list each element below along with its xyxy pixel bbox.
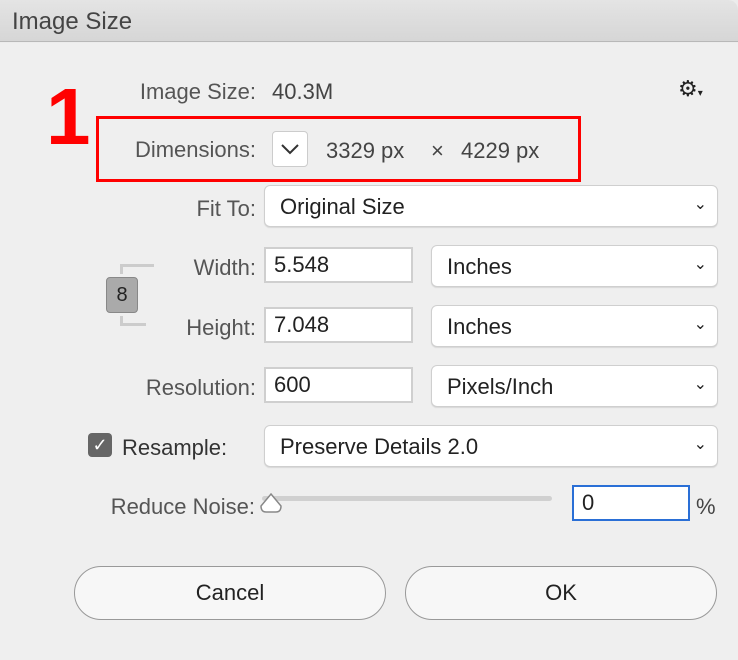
reduce-noise-input[interactable] (572, 485, 690, 521)
width-unit-select[interactable]: Inches ⌄ (431, 245, 718, 287)
gear-icon[interactable]: ⚙▾ (678, 76, 703, 102)
chevron-down-icon: ⌄ (693, 376, 707, 393)
height-unit-value: Inches (447, 314, 512, 339)
dimensions-times: × (431, 138, 444, 163)
reduce-noise-slider-track[interactable] (262, 496, 552, 501)
fit-to-label: Fit To: (196, 196, 256, 221)
chevron-down-icon (281, 144, 299, 155)
dimensions-dropdown[interactable] (272, 131, 308, 167)
image-size-label: Image Size: (139, 79, 256, 104)
height-input[interactable] (264, 307, 413, 343)
width-input[interactable] (264, 247, 413, 283)
step-number: 1 (46, 72, 91, 161)
dimensions-height: 4229 px (461, 138, 540, 163)
width-unit-value: Inches (447, 254, 512, 279)
title-bar: Image Size (0, 0, 738, 42)
chevron-down-icon: ⌄ (693, 196, 707, 213)
resolution-input[interactable] (264, 367, 413, 403)
resolution-label: Resolution: (145, 375, 256, 400)
reduce-noise-unit: % (696, 494, 716, 519)
resample-value: Preserve Details 2.0 (280, 434, 479, 459)
reduce-noise-slider-thumb[interactable] (259, 491, 283, 515)
fit-to-value: Original Size (280, 194, 405, 219)
resolution-unit-select[interactable]: Pixels/Inch ⌄ (431, 365, 718, 407)
height-unit-select[interactable]: Inches ⌄ (431, 305, 718, 347)
resample-label: Resample: (122, 435, 228, 460)
height-label: Height: (186, 315, 256, 340)
resample-checkbox[interactable]: ✓ (88, 433, 112, 457)
fit-to-select[interactable]: Original Size ⌄ (264, 185, 718, 227)
ok-button[interactable]: OK (405, 566, 717, 620)
cancel-button[interactable]: Cancel (74, 566, 386, 620)
dimensions-width: 3329 px (326, 138, 405, 163)
resample-select[interactable]: Preserve Details 2.0 ⌄ (264, 425, 718, 467)
chevron-down-icon: ⌄ (693, 316, 707, 333)
width-label: Width: (193, 255, 256, 280)
link-icon[interactable]: 8 (106, 277, 138, 313)
dimensions-label: Dimensions: (134, 137, 256, 162)
image-size-value: 40.3M (272, 79, 334, 104)
reduce-noise-label: Reduce Noise: (110, 494, 255, 519)
window-title: Image Size (12, 8, 133, 35)
chevron-down-icon: ⌄ (693, 256, 707, 273)
chevron-down-icon: ⌄ (693, 436, 707, 453)
resolution-unit-value: Pixels/Inch (447, 374, 554, 399)
